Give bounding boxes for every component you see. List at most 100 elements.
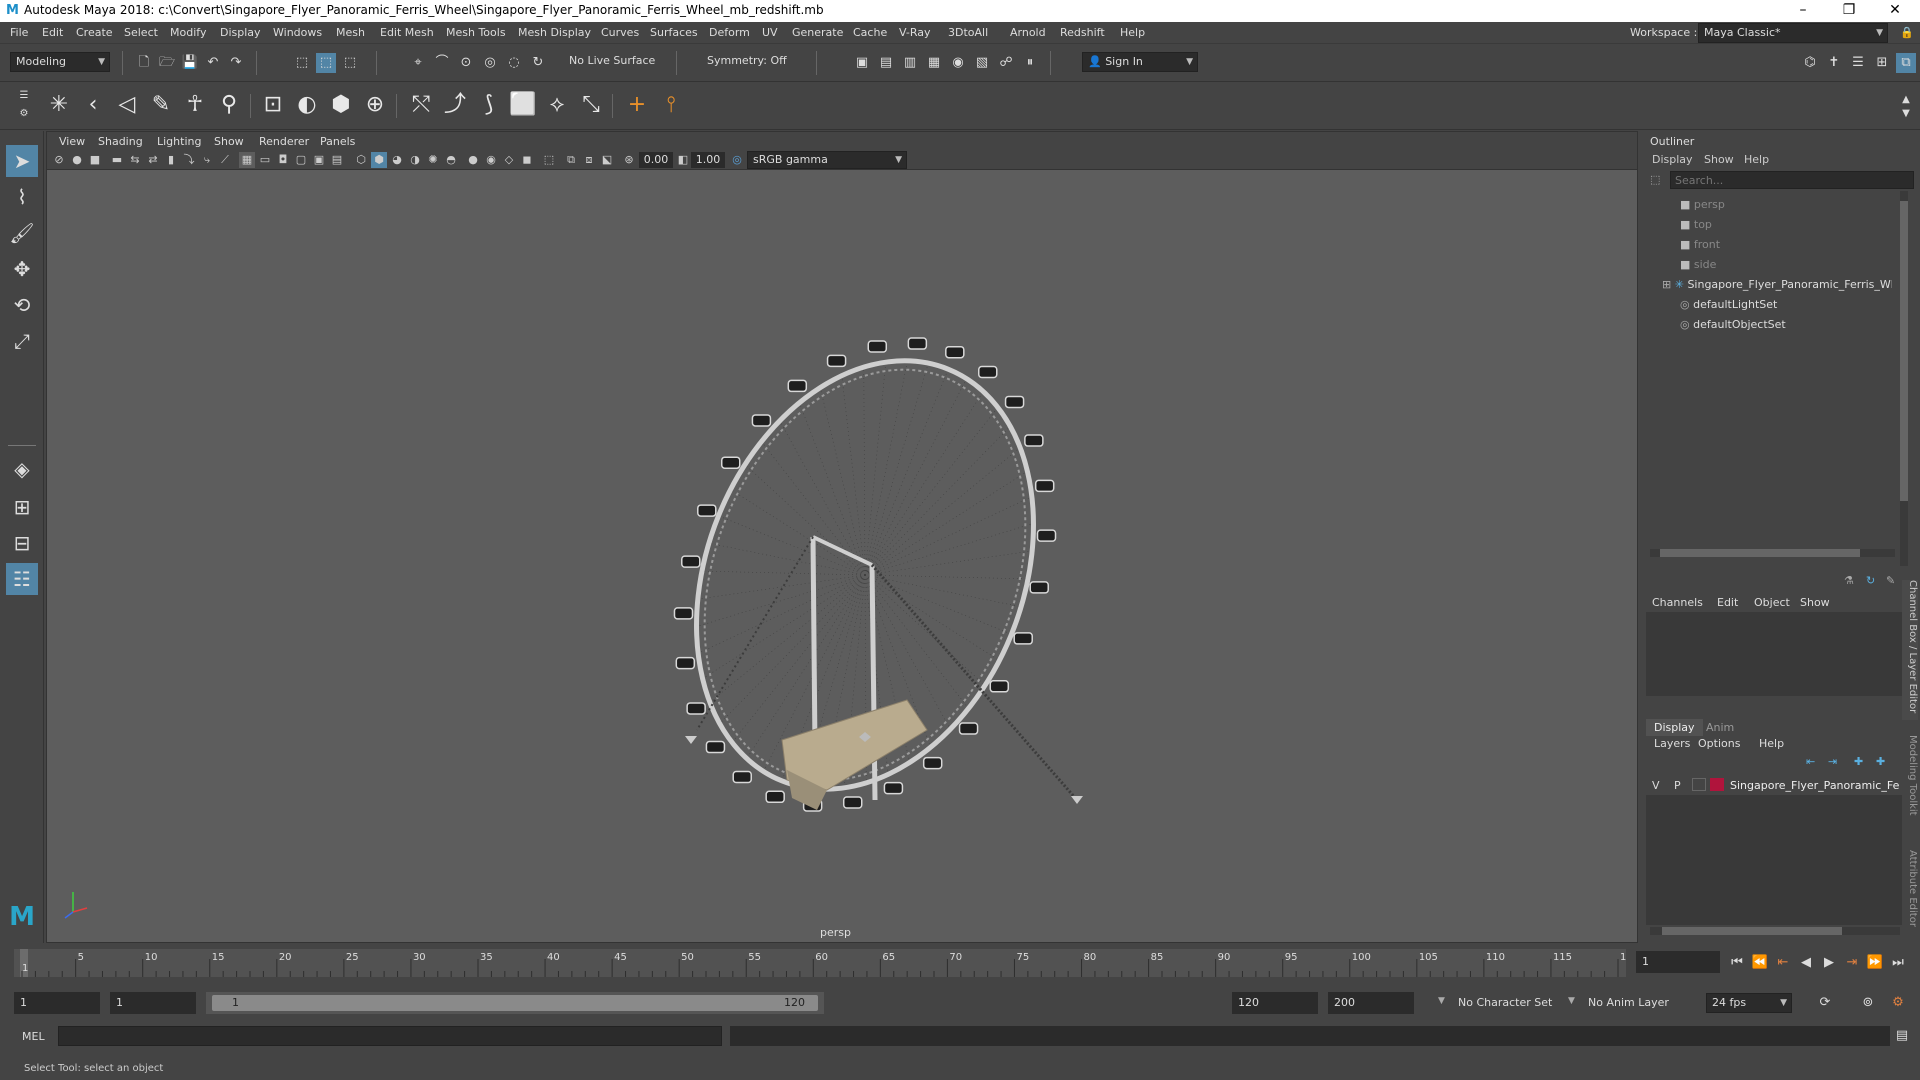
fps-dropdown[interactable]: 24 fps ▼ [1706, 993, 1792, 1013]
channelbox-menu-object[interactable]: Object [1754, 596, 1790, 609]
outliner-vertical-scrollbar[interactable] [1900, 191, 1908, 566]
exposure-field[interactable]: 0.00 [639, 152, 673, 168]
layer-type-toggle[interactable] [1692, 778, 1706, 791]
layer-visibility-toggle[interactable]: V [1652, 779, 1660, 792]
step-forward-frame-icon[interactable]: ⇥ [1842, 953, 1862, 973]
color-management-icon[interactable]: ◎ [729, 152, 745, 168]
lock-icon[interactable]: 🔒 [1900, 26, 1914, 39]
side-by-side-layout-icon[interactable]: ⊟ [6, 527, 38, 559]
viewport-canvas[interactable] [47, 170, 1637, 942]
select-by-hierarchy-icon[interactable]: ⬚ [292, 53, 312, 73]
menu-help[interactable]: Help [1120, 26, 1145, 39]
maximize-button[interactable]: ❐ [1826, 0, 1872, 22]
channel-box-refresh-icon[interactable]: ↻ [1866, 574, 1875, 587]
bookmark-icon[interactable]: ■ [87, 152, 103, 168]
outliner-item-ferris-wheel[interactable]: ⊞ ✳ Singapore_Flyer_Panoramic_Ferris_Whe… [1642, 275, 1892, 295]
new-scene-icon[interactable]: 🗋 [134, 53, 154, 73]
menu-mesh-tools[interactable]: Mesh Tools [446, 26, 506, 39]
go-to-start-icon[interactable]: ⏮ [1727, 953, 1747, 973]
shelf-menu-icon[interactable]: ☰ [14, 86, 34, 106]
menu-display[interactable]: Display [220, 26, 261, 39]
single-perspective-layout-icon[interactable]: ◈ [6, 453, 38, 485]
four-view-layout-icon[interactable]: ⊞ [6, 491, 38, 523]
rotate-tool-icon[interactable]: ⟲ [6, 289, 38, 321]
range-slider-bar[interactable] [212, 995, 818, 1011]
filter-icon[interactable]: ⬚ [1650, 173, 1660, 186]
mel-label[interactable]: MEL [22, 1030, 45, 1043]
film-gate-icon[interactable]: ⤵ [181, 152, 197, 168]
side-tab-attribute-editor[interactable]: Attribute Editor [1902, 850, 1918, 940]
step-back-frame-icon[interactable]: ⇤ [1773, 953, 1793, 973]
select-by-object-icon[interactable]: ⬚ [316, 53, 336, 73]
render-frame-icon[interactable]: ▤ [876, 53, 896, 73]
cv-curve-icon[interactable]: ‹ [78, 90, 108, 120]
menu-deform[interactable]: Deform [709, 26, 750, 39]
image-plane-icon[interactable]: ▬ [109, 152, 125, 168]
modeling-toolkit-icon[interactable]: ⌬ [1800, 53, 1820, 73]
time-slider-track[interactable]: 1 5 10 15 20 25 30 35 40 45 50 55 60 65 70 75 80 85 90 95 1… [14, 949, 1626, 977]
outliner-item-persp[interactable]: ■ persp [1642, 195, 1892, 215]
layer-playback-toggle[interactable]: P [1674, 779, 1681, 792]
isolate-select-icon[interactable]: ◇ [501, 152, 517, 168]
hypershade-icon[interactable]: ◉ [948, 53, 968, 73]
menu-edit[interactable]: Edit [42, 26, 63, 39]
insert-edge-loop-icon[interactable]: + [622, 90, 652, 120]
workspace-dropdown[interactable]: Maya Classic* ▼ [1698, 23, 1888, 43]
outliner-menu-display[interactable]: Display [1652, 153, 1693, 166]
xray-icon[interactable]: ◓ [443, 152, 459, 168]
multi-cut-icon[interactable]: ⟡ [542, 90, 572, 120]
play-forward-icon[interactable]: ▶ [1819, 953, 1839, 973]
outliner-item-defaultlightset[interactable]: ◎ defaultLightSet [1642, 295, 1892, 315]
tab-anim[interactable]: Anim [1706, 721, 1734, 734]
viewport-menu-view[interactable]: View [59, 135, 85, 148]
viewport-menu-renderer[interactable]: Renderer [259, 135, 309, 148]
snap-surface-icon[interactable]: ◌ [504, 53, 524, 73]
auto-key-icon[interactable]: ⊚ [1858, 993, 1878, 1013]
playback-start-field[interactable]: 1 [110, 992, 196, 1014]
chevron-down-icon[interactable]: ▼ [1438, 996, 1445, 1006]
gate-mask-icon[interactable]: ⟋ [217, 152, 233, 168]
ep-curve-icon[interactable]: ◁ [112, 90, 142, 120]
move-tool-icon[interactable]: ✥ [6, 253, 38, 285]
camera-attributes-icon[interactable]: ● [69, 152, 85, 168]
colorspace-dropdown[interactable]: sRGB gamma ▼ [747, 151, 907, 169]
channel-box-icon[interactable]: ⧉ [1896, 53, 1916, 73]
outliner-item-defaultobjectset[interactable]: ◎ defaultObjectSet [1642, 315, 1892, 335]
light-editor-icon[interactable]: ☍ [996, 53, 1016, 73]
skeleton-icon[interactable]: ☥ [180, 90, 210, 120]
default-material-icon[interactable]: ◘ [275, 152, 291, 168]
ambient-occlusion-icon[interactable]: ⬢ [371, 152, 387, 168]
menu-modify[interactable]: Modify [170, 26, 206, 39]
snap-grid-icon[interactable]: ⌖ [408, 53, 428, 73]
channelbox-menu-show[interactable]: Show [1800, 596, 1830, 609]
new-layer-selected-icon[interactable]: ✚ [1876, 755, 1885, 768]
menu-create[interactable]: Create [76, 26, 113, 39]
scrollbar-thumb[interactable] [1662, 927, 1842, 935]
menu-mesh[interactable]: Mesh [336, 26, 365, 39]
step-back-key-icon[interactable]: ⏪ [1750, 953, 1770, 973]
menu-arnold[interactable]: Arnold [1010, 26, 1046, 39]
target-weld-icon[interactable]: ⤡ [576, 90, 606, 120]
scale-tool-icon[interactable]: ⤢ [6, 325, 38, 357]
use-lights-icon[interactable]: ▤ [329, 152, 345, 168]
select-tool-icon[interactable]: ➤ [6, 145, 38, 177]
redo-icon[interactable]: ↷ [226, 53, 246, 73]
textured-icon[interactable]: ▣ [311, 152, 327, 168]
smooth-shade-icon[interactable]: ▭ [257, 152, 273, 168]
tool-settings-icon[interactable]: ⊞ [1872, 53, 1892, 73]
outliner-item-front[interactable]: ■ front [1642, 235, 1892, 255]
viewport-panel[interactable]: View Shading Lighting Show Renderer Pane… [46, 131, 1638, 943]
outliner-menu-help[interactable]: Help [1744, 153, 1769, 166]
shadows-icon[interactable]: ⬡ [353, 152, 369, 168]
snap-point-icon[interactable]: ⊙ [456, 53, 476, 73]
scrollbar-thumb[interactable] [1660, 549, 1860, 557]
xray-joints-icon[interactable]: ● [465, 152, 481, 168]
channel-box-tool-icon[interactable]: ⚗ [1844, 574, 1854, 587]
backface-culling-icon[interactable]: ◼ [519, 152, 535, 168]
range-slider-track[interactable]: 1 120 [206, 992, 824, 1014]
paint-select-tool-icon[interactable]: 🖌 [6, 217, 38, 249]
scroll-down-icon[interactable]: ▼ [1896, 104, 1916, 124]
gamma-field[interactable]: 1.00 [691, 152, 725, 168]
close-button[interactable]: ✕ [1872, 0, 1918, 22]
append-polygon-icon[interactable]: ⬜ [508, 90, 538, 120]
